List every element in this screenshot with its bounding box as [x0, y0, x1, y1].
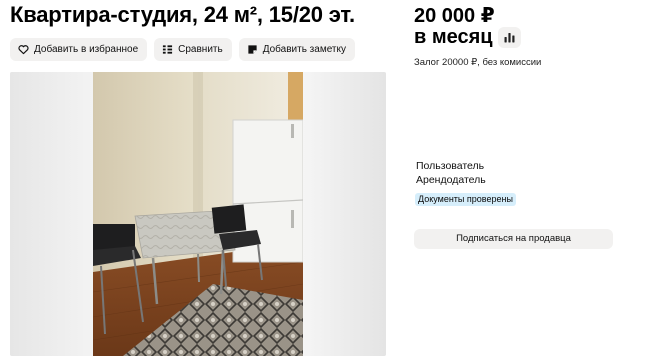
add-to-favorites-button[interactable]: Добавить в избранное [10, 38, 148, 61]
apartment-interior-image [93, 72, 303, 356]
compare-label: Сравнить [178, 44, 223, 55]
bar-chart-icon [504, 32, 515, 42]
seller-name[interactable]: Пользователь [416, 160, 484, 172]
price-stats-button[interactable] [497, 26, 521, 48]
listing-photo[interactable] [93, 72, 303, 356]
photo-gallery-blur-left [10, 72, 93, 356]
note-icon [248, 45, 257, 54]
heart-icon [18, 45, 29, 55]
price-period-row: в месяц [414, 25, 521, 49]
listing-actions: Добавить в избранное Сравнить Добавить з… [10, 38, 355, 61]
compare-list-icon [163, 45, 173, 54]
compare-button[interactable]: Сравнить [154, 38, 232, 61]
documents-verified-badge: Документы проверены [415, 193, 516, 206]
listing-title: Квартира-студия, 24 м², 15/20 эт. [10, 2, 355, 27]
add-to-favorites-label: Добавить в избранное [34, 44, 139, 55]
subscribe-to-seller-button[interactable]: Подписаться на продавца [414, 229, 613, 249]
add-note-button[interactable]: Добавить заметку [238, 38, 355, 61]
add-note-label: Добавить заметку [262, 44, 346, 55]
price-period: в месяц [414, 26, 493, 48]
deposit-info: Залог 20000 ₽, без комиссии [414, 57, 542, 68]
photo-gallery[interactable] [10, 72, 386, 356]
seller-role: Арендодатель [416, 174, 486, 186]
photo-gallery-blur-right [303, 72, 386, 356]
